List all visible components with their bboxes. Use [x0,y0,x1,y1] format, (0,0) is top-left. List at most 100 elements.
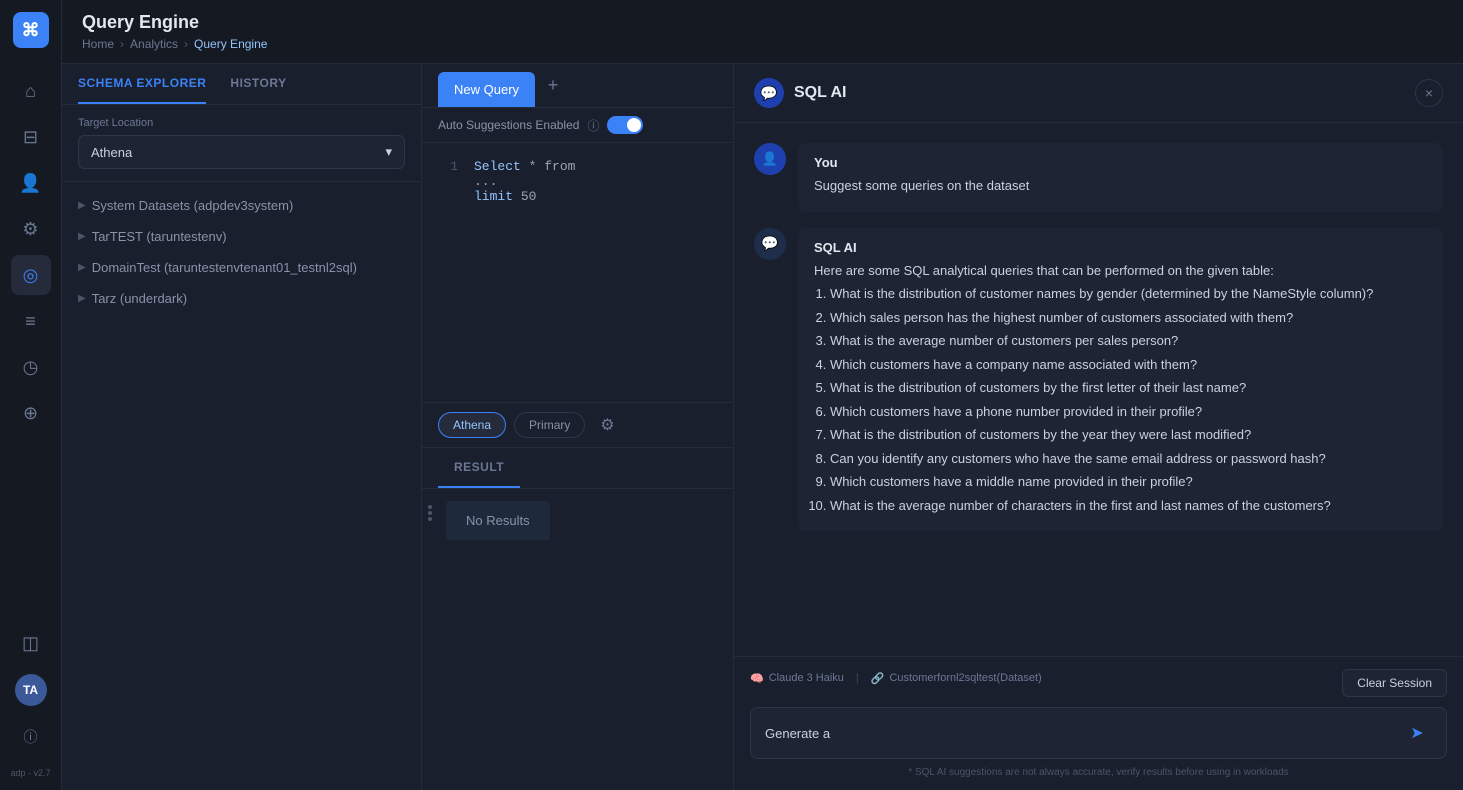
chevron-down-icon: ▾ [385,144,392,160]
ai-query-item-1: What is the distribution of customer nam… [830,284,1427,304]
ai-chat-input[interactable] [765,726,1392,741]
code-content-1: Select * from [474,159,575,174]
user-avatar[interactable]: TA [15,674,47,706]
ai-query-item-8: Can you identify any customers who have … [830,449,1427,469]
add-query-tab-button[interactable]: + [539,72,567,100]
query-settings-button[interactable]: ⚙ [593,411,621,439]
query-editor[interactable]: 1 Select * from ... limit 50 [422,143,733,403]
person-nav-icon[interactable]: ◎ [11,255,51,295]
user-chat-avatar: 👤 [754,143,786,175]
ai-disclaimer-text: * SQL AI suggestions are not always accu… [750,767,1447,778]
chart-nav-icon[interactable]: ≡ [11,301,51,341]
drag-dot-3 [428,517,432,521]
sql-ai-icon: 💬 [754,78,784,108]
ai-message-intro: Here are some SQL analytical queries tha… [814,261,1427,281]
target-location-label: Target Location [78,117,405,129]
ai-dataset-label: Customerfornl2sqltest(Dataset) [889,672,1041,684]
ai-panel: 💬 SQL AI × 👤 You Suggest some queries on… [733,64,1463,790]
version-label: adp - v2.7 [10,768,50,778]
line-num-3 [438,189,458,204]
ai-message-text: Here are some SQL analytical queries tha… [814,261,1427,516]
tree-item-tartest[interactable]: ▶ TarTEST (taruntestenv) [62,221,421,252]
ai-title-area: 💬 SQL AI [754,78,846,108]
users-nav-icon[interactable]: 👤 [11,163,51,203]
ai-query-item-3: What is the average number of customers … [830,331,1427,351]
result-label: RESULT [438,448,520,488]
result-section: RESULT No Results [422,448,733,790]
line-num-1: 1 [438,159,458,174]
schema-tabs: SCHEMA EXPLORER HISTORY [62,64,421,105]
schema-tree: ▶ System Datasets (adpdev3system) ▶ TarT… [62,182,421,790]
code-line-1: 1 Select * from [438,159,717,174]
tree-item-system[interactable]: ▶ System Datasets (adpdev3system) [62,190,421,221]
code-line-3: limit 50 [438,189,717,204]
query-tab-new[interactable]: New Query [438,72,535,107]
ai-header: 💬 SQL AI × [734,64,1463,123]
tree-arrow-system: ▶ [78,200,86,211]
query-tabs-bar: New Query + [422,64,733,108]
ai-model-info: 🧠 Claude 3 Haiku [750,672,844,685]
query-tab-label: New Query [454,82,519,97]
athena-badge[interactable]: Athena [438,412,506,438]
tree-label-domaintest: DomainTest (taruntestenvtenant01_testnl2… [92,260,357,275]
auto-suggestions-bar: Auto Suggestions Enabled ⓘ [422,108,733,143]
ai-close-button[interactable]: × [1415,79,1443,107]
clock-nav-icon[interactable]: ◷ [11,347,51,387]
main-content: Query Engine Home › Analytics › Query En… [62,0,1463,790]
info-nav-icon[interactable]: ⓘ [11,717,51,757]
auto-suggestions-toggle[interactable] [607,116,643,134]
target-location-section: Target Location Athena ▾ [62,105,421,182]
ai-chat-area: 👤 You Suggest some queries on the datase… [734,123,1463,656]
no-results-message: No Results [446,501,550,540]
body-layout: SCHEMA EXPLORER HISTORY Target Location … [62,64,1463,790]
page-title: Query Engine [82,12,1443,33]
tree-arrow-domaintest: ▶ [78,262,86,273]
drag-dot-1 [428,505,432,509]
ai-input-area: ➤ [750,707,1447,759]
tab-history[interactable]: HISTORY [230,64,286,104]
result-body: No Results [422,489,733,790]
tree-label-tarz: Tarz (underdark) [92,291,187,306]
primary-badge[interactable]: Primary [514,412,585,438]
chat-message-ai: 💬 SQL AI Here are some SQL analytical qu… [754,228,1443,532]
drag-handle[interactable] [422,497,438,529]
tree-arrow-tartest: ▶ [78,231,86,242]
bag-nav-icon[interactable]: ◫ [11,623,51,663]
info-icon: ⓘ [587,117,599,134]
badge-nav-icon[interactable]: ⊕ [11,393,51,433]
ai-link-icon: 🔗 [871,672,885,685]
tab-schema-explorer[interactable]: SCHEMA EXPLORER [78,64,206,104]
ai-panel-title: SQL AI [794,84,846,102]
ai-meta-row: 🧠 Claude 3 Haiku | 🔗 Customerfornl2sqlte… [750,669,1447,697]
tree-item-tarz[interactable]: ▶ Tarz (underdark) [62,283,421,314]
target-location-select[interactable]: Athena ▾ [78,135,405,169]
breadcrumb-analytics[interactable]: Analytics [130,37,178,51]
app-logo: ⌘ [13,12,49,48]
icon-sidebar: ⌘ ⌂ ⊟ 👤 ⚙ ◎ ≡ ◷ ⊕ ◫ TA ⓘ adp - v2.7 [0,0,62,790]
chat-message-user: 👤 You Suggest some queries on the datase… [754,143,1443,212]
filter-nav-icon[interactable]: ⊟ [11,117,51,157]
ai-model-label: Claude 3 Haiku [769,672,844,684]
tree-label-tartest: TarTEST (taruntestenv) [92,229,227,244]
user-chat-bubble: You Suggest some queries on the dataset [798,143,1443,212]
settings-nav-icon[interactable]: ⚙ [11,209,51,249]
ai-sender-label: SQL AI [814,240,1427,255]
user-sender-label: You [814,155,1427,170]
clear-session-button[interactable]: Clear Session [1342,669,1447,697]
home-nav-icon[interactable]: ⌂ [11,71,51,111]
ai-send-button[interactable]: ➤ [1402,718,1432,748]
add-tab-icon: + [548,75,559,96]
query-footer: Athena Primary ⚙ [422,403,733,448]
target-location-value: Athena [91,145,132,160]
breadcrumb: Home › Analytics › Query Engine [82,37,1443,51]
ai-query-item-2: Which sales person has the highest numbe… [830,308,1427,328]
line-num-2 [438,174,458,189]
ai-chat-avatar: 💬 [754,228,786,260]
code-content-3: limit 50 [474,189,536,204]
ai-query-item-7: What is the distribution of customers by… [830,425,1427,445]
breadcrumb-home[interactable]: Home [82,37,114,51]
ai-query-item-5: What is the distribution of customers by… [830,378,1427,398]
code-content-2: ... [474,174,497,189]
tree-label-system: System Datasets (adpdev3system) [92,198,294,213]
tree-item-domaintest[interactable]: ▶ DomainTest (taruntestenvtenant01_testn… [62,252,421,283]
